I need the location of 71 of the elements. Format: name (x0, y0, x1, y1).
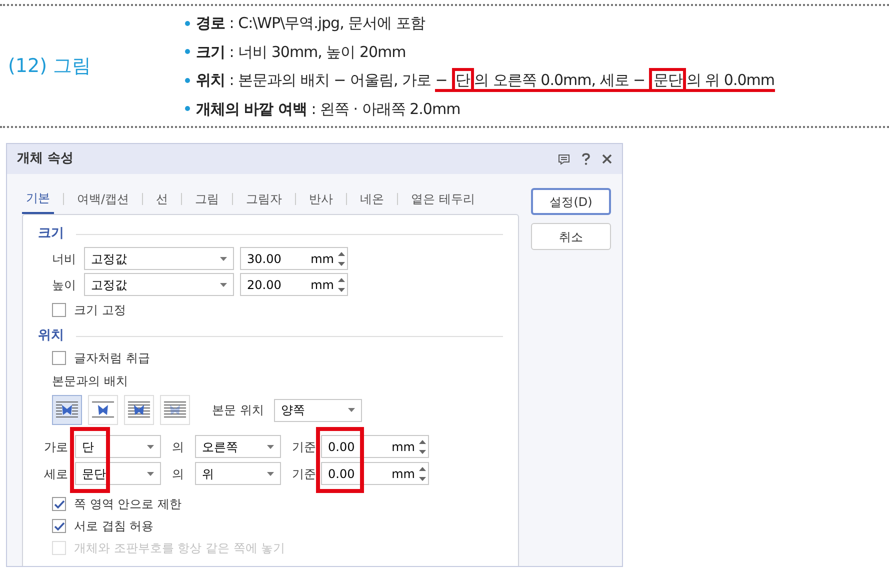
field-label: 본문과의 배치 (52, 373, 129, 390)
tab[interactable]: 선 (152, 184, 172, 214)
section-heading: (12) 그림 (7, 54, 92, 79)
checkbox-label: 서로 겹침 허용 (74, 518, 154, 535)
dialog-button[interactable]: 취소 (531, 223, 611, 250)
wrap-option-icon[interactable] (52, 395, 82, 425)
help-icon[interactable] (582, 153, 590, 165)
dropdown-caret-icon (267, 472, 274, 476)
checkmark-icon (54, 500, 64, 508)
dropdown-caret-icon (147, 472, 154, 476)
bullet-icon (185, 49, 190, 54)
side-dropdown[interactable]: 오른쪽 (195, 435, 281, 458)
reference-dropdown[interactable]: 문단 (75, 462, 161, 485)
dialog-button[interactable]: 설정(D) (531, 188, 611, 215)
text-position-dropdown[interactable]: 양쪽 (274, 398, 362, 422)
dropdown-caret-icon (220, 256, 227, 260)
checkmark-icon (54, 522, 64, 530)
field-label: 너비 (52, 250, 77, 268)
size-spinbox[interactable]: 20.00 mm (240, 273, 348, 296)
side-dropdown[interactable]: 위 (195, 462, 281, 485)
mode-dropdown[interactable]: 고정값 (84, 273, 234, 296)
spinner-arrows-icon[interactable] (419, 438, 426, 456)
wrap-option-icon[interactable] (88, 395, 118, 425)
checkbox[interactable] (52, 519, 66, 533)
close-icon[interactable] (602, 154, 612, 164)
checkbox-label: 크기 고정 (74, 302, 126, 319)
bullet-icon (185, 78, 190, 83)
mode-dropdown[interactable]: 고정값 (84, 247, 234, 270)
offset-spinbox[interactable]: 0.00 mm (321, 462, 429, 485)
bullet-icon (185, 106, 190, 112)
wrap-option-icon[interactable] (160, 395, 190, 425)
field-label: 기준 (292, 466, 316, 482)
wrap-option-icon[interactable] (124, 395, 154, 425)
dropdown-caret-icon (348, 408, 355, 412)
dropdown-caret-icon (147, 444, 154, 448)
field-label: 의 (172, 438, 184, 456)
tab[interactable]: 그림 (191, 184, 224, 214)
window-title: 개체 속성 (17, 150, 74, 168)
checkbox-label: 글자처럼 취급 (74, 350, 150, 367)
tab[interactable]: 반사 (305, 184, 338, 214)
dropdown-caret-icon (220, 282, 227, 286)
spinner-arrows-icon[interactable] (338, 250, 345, 268)
tab[interactable]: 여백/캡션 (73, 184, 134, 214)
group-title: 크기 (38, 225, 64, 244)
tab[interactable]: 네온 (356, 184, 388, 214)
group-title: 위치 (38, 327, 64, 346)
field-label: 세로 (44, 466, 69, 482)
bullet-text: 경로 : C:\WP\무역.jpg, 문서에 포함 (196, 13, 425, 34)
field-label: 본문 위치 (212, 402, 264, 419)
spinner-arrows-icon[interactable] (338, 276, 345, 294)
checkbox[interactable] (52, 303, 66, 317)
bullet-text: 위치 : 본문과의 배치 − 어울림, 가로 − 단 의 오른쪽 0.0mm, 세로 − 문단 의 위 0.0mm (196, 66, 775, 94)
dropdown-caret-icon (267, 444, 274, 448)
checkbox-label: 개체와 조판부호를 항상 같은 쪽에 놓기 (74, 540, 286, 557)
field-label: 기준 (292, 438, 316, 456)
chat-icon[interactable] (558, 154, 570, 164)
bullet-text: 개체의 바깥 여백 : 왼쪽 · 아래쪽 2.0mm (196, 98, 460, 120)
tab[interactable]: 옅은 테두리 (407, 184, 479, 214)
spinner-arrows-icon[interactable] (419, 464, 426, 482)
reference-dropdown[interactable]: 단 (75, 435, 161, 458)
tab[interactable]: 그림자 (242, 184, 286, 214)
size-spinbox[interactable]: 30.00 mm (240, 247, 348, 270)
checkbox-label: 쪽 영역 안으로 제한 (74, 496, 182, 513)
field-label: 높이 (52, 276, 77, 294)
field-label: 의 (172, 466, 184, 482)
field-label: 가로 (44, 438, 69, 456)
checkbox[interactable] (52, 351, 66, 365)
offset-spinbox[interactable]: 0.00 mm (321, 435, 429, 458)
bullet-text: 크기 : 너비 30mm, 높이 20mm (196, 42, 406, 62)
checkbox[interactable] (52, 497, 66, 511)
bullet-icon (185, 20, 190, 26)
